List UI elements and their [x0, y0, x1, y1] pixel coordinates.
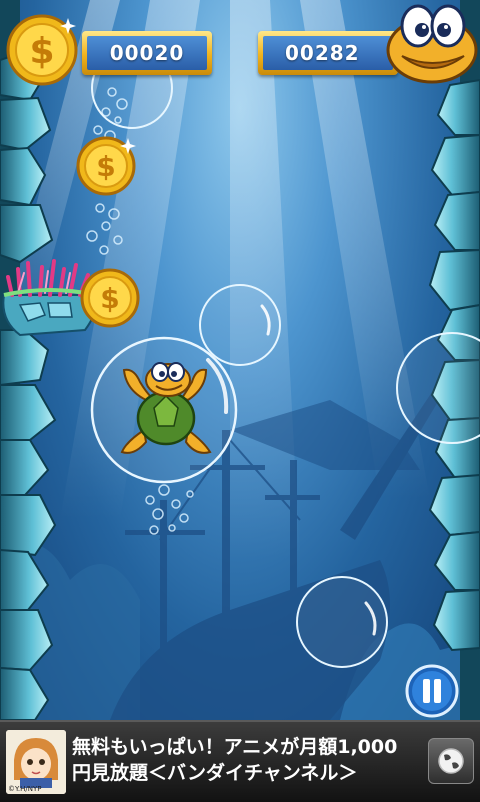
- pause-button[interactable]: [405, 664, 459, 718]
- ad-thumbnail: ©Y.H/NYP: [6, 730, 66, 794]
- ad-thumb-caption: ©Y.H/NYP: [8, 785, 42, 793]
- game-scene[interactable]: $ $ 00020 $ 00282: [0, 0, 480, 720]
- ad-open-button[interactable]: [428, 738, 474, 784]
- dollar-coin-icon: $: [6, 14, 78, 86]
- svg-text:$: $: [100, 282, 119, 315]
- best-score: 00282: [285, 41, 360, 65]
- coin: $: [80, 268, 140, 328]
- best-score-box: 00282: [258, 31, 398, 75]
- ad-line-1: 無料もいっぱい！アニメが月額1,000: [72, 736, 398, 758]
- globe-icon: [438, 748, 464, 774]
- coin-score: 00020: [109, 41, 185, 65]
- coin-score-box: 00020: [82, 31, 212, 75]
- best-score-inner: 00282: [263, 36, 393, 70]
- turtle-face-icon: [386, 4, 478, 84]
- coin: $: [76, 136, 136, 196]
- coin-score-inner: 00020: [87, 36, 207, 70]
- ad-text[interactable]: 無料もいっぱい！アニメが月額1,000 円見放題＜バンダイチャンネル＞: [72, 734, 417, 786]
- svg-text:$: $: [29, 31, 54, 72]
- turtle-in-bubble[interactable]: [88, 330, 248, 490]
- svg-text:$: $: [96, 150, 115, 183]
- ad-line-2: 円見放題＜バンダイチャンネル＞: [72, 762, 358, 784]
- ad-banner[interactable]: ©Y.H/NYP 無料もいっぱい！アニメが月額1,000 円見放題＜バンダイチャ…: [0, 720, 480, 802]
